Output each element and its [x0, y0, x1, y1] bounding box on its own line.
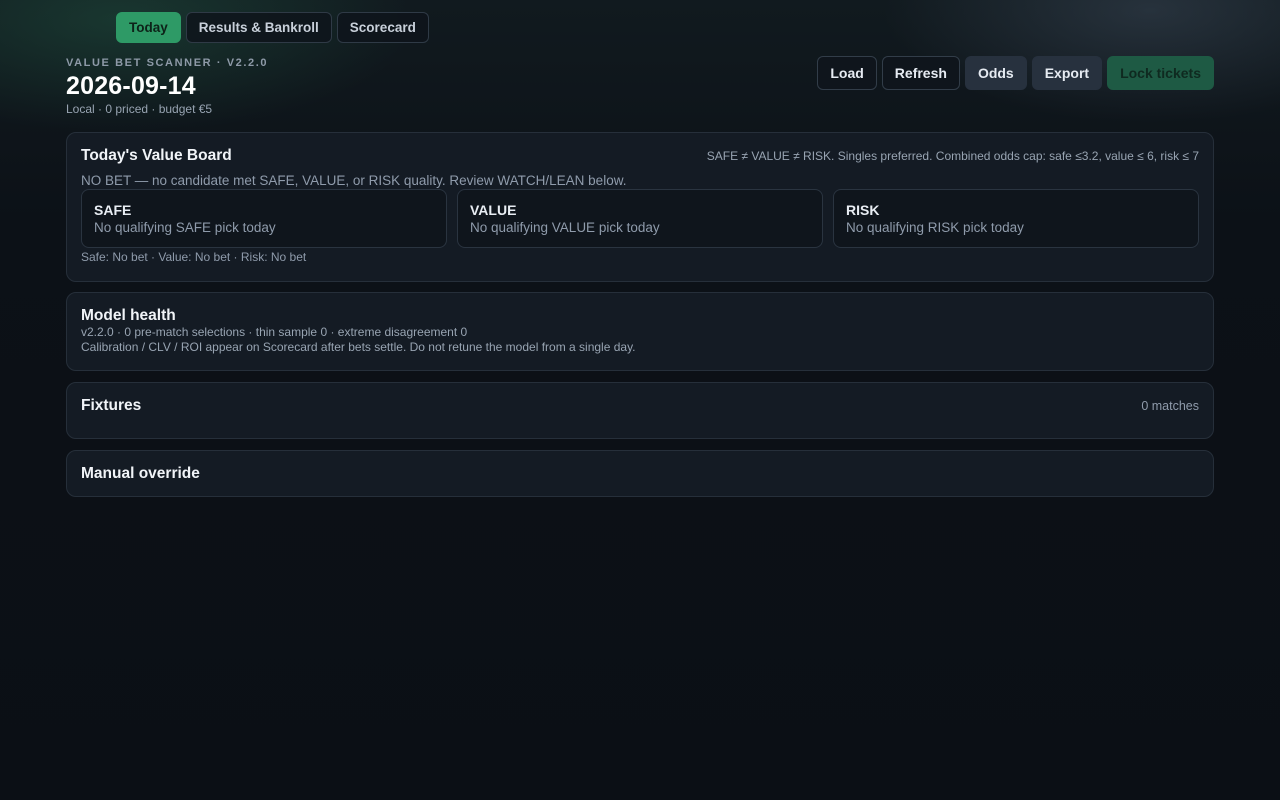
value-card-text: No qualifying VALUE pick today — [470, 220, 660, 235]
odds-button[interactable]: Odds — [964, 56, 1027, 90]
value-board-summary: Safe: No bet · Value: No bet · Risk: No … — [81, 250, 307, 264]
export-button[interactable]: Export — [1031, 56, 1103, 90]
value-card: VALUE No qualifying VALUE pick today — [457, 189, 823, 248]
refresh-button[interactable]: Refresh — [881, 56, 960, 90]
no-bet-message: NO BET — no candidate met SAFE, VALUE, o… — [81, 173, 627, 188]
fixtures-title: Fixtures — [81, 397, 142, 414]
tab-scorecard[interactable]: Scorecard — [336, 12, 429, 43]
tab-today[interactable]: Today — [116, 12, 181, 43]
model-health-stats: v2.2.0 · 0 pre-match selections · thin s… — [81, 325, 468, 339]
lock-tickets-button[interactable]: Lock tickets — [1107, 56, 1214, 90]
value-board-title: Today's Value Board — [81, 147, 232, 164]
top-nav: Today Results & Bankroll Scorecard — [116, 12, 429, 43]
page-title: 2026-09-14 — [66, 72, 196, 100]
manual-override-title: Manual override — [81, 465, 200, 482]
app-eyebrow: VALUE BET SCANNER · V2.2.0 — [66, 57, 269, 69]
safe-card-title: SAFE — [94, 202, 132, 218]
model-health-panel: Model health v2.2.0 · 0 pre-match select… — [66, 292, 1214, 371]
risk-card-text: No qualifying RISK pick today — [846, 220, 1024, 235]
risk-card-title: RISK — [846, 202, 880, 218]
safe-card: SAFE No qualifying SAFE pick today — [81, 189, 447, 248]
safe-card-text: No qualifying SAFE pick today — [94, 220, 276, 235]
value-board-note: SAFE ≠ VALUE ≠ RISK. Singles preferred. … — [706, 149, 1199, 163]
manual-override-panel[interactable]: Manual override — [66, 450, 1214, 497]
fixtures-panel[interactable]: Fixtures 0 matches — [66, 382, 1214, 439]
risk-card: RISK No qualifying RISK pick today — [833, 189, 1199, 248]
value-board-panel: Today's Value Board SAFE ≠ VALUE ≠ RISK.… — [66, 132, 1214, 282]
pick-cards: SAFE No qualifying SAFE pick today VALUE… — [81, 189, 1199, 248]
page-header: VALUE BET SCANNER · V2.2.0 2026-09-14 Lo… — [66, 57, 268, 116]
model-health-note: Calibration / CLV / ROI appear on Scorec… — [81, 340, 636, 354]
fixtures-count: 0 matches — [1141, 399, 1199, 413]
value-card-title: VALUE — [470, 202, 517, 218]
page-subtitle: Local · 0 priced · budget €5 — [66, 102, 213, 116]
model-health-title: Model health — [81, 307, 176, 324]
load-button[interactable]: Load — [817, 56, 877, 90]
tab-results-bankroll[interactable]: Results & Bankroll — [185, 12, 332, 43]
value-board-header: Today's Value Board SAFE ≠ VALUE ≠ RISK.… — [81, 147, 1199, 165]
toolbar: Load Refresh Odds Export Lock tickets — [817, 56, 1214, 90]
